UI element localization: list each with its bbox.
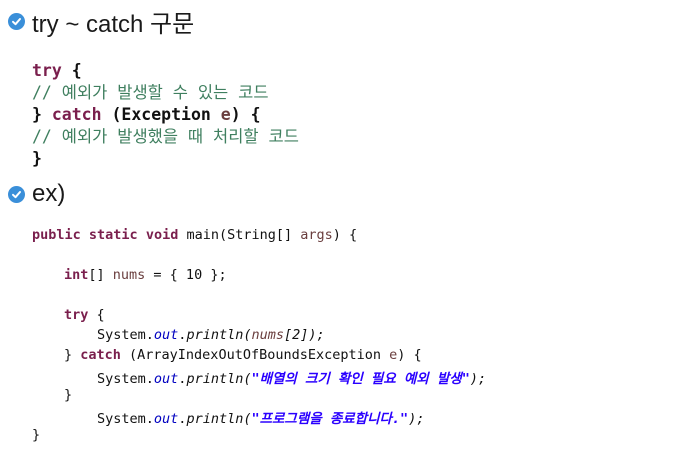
code-line-try: try {	[64, 307, 105, 323]
code-line: } catch (Exception e) {	[32, 105, 261, 124]
code-line-print-end: System.out.println("프로그램을 종료합니다.");	[97, 411, 425, 427]
code-line-print-error: System.out.println("배열의 크기 확인 필요 예외 발생")…	[97, 371, 487, 387]
code-line: try {	[32, 61, 82, 80]
heading-title: ex)	[32, 180, 66, 207]
code-line: }	[32, 149, 42, 168]
code-line-close-main: }	[32, 427, 41, 443]
check-circle-icon	[8, 185, 25, 203]
code-line-array: int[] nums = { 10 };	[64, 267, 227, 283]
heading-title: try ~ catch 구문	[32, 11, 195, 38]
code-comment: // 예외가 발생했을 때 처리할 코드	[32, 127, 299, 146]
section-heading-try-catch: try ~ catch 구문	[8, 4, 194, 39]
code-line-main: public static void main(String[] args) {	[32, 227, 358, 243]
section-heading-example: ex)	[8, 180, 65, 208]
syntax-code-block: try { // 예외가 발생할 수 있는 코드 } catch (Exceptio…	[32, 60, 299, 170]
code-line-print-array: System.out.println(nums[2]);	[97, 327, 325, 343]
example-code-block: public static void main(String[] args) {…	[32, 227, 486, 443]
check-circle-icon	[8, 13, 25, 30]
code-line-close-catch: }	[64, 387, 73, 403]
code-comment: // 예외가 발생할 수 있는 코드	[32, 83, 269, 102]
code-line-catch: } catch (ArrayIndexOutOfBoundsException …	[64, 347, 422, 363]
